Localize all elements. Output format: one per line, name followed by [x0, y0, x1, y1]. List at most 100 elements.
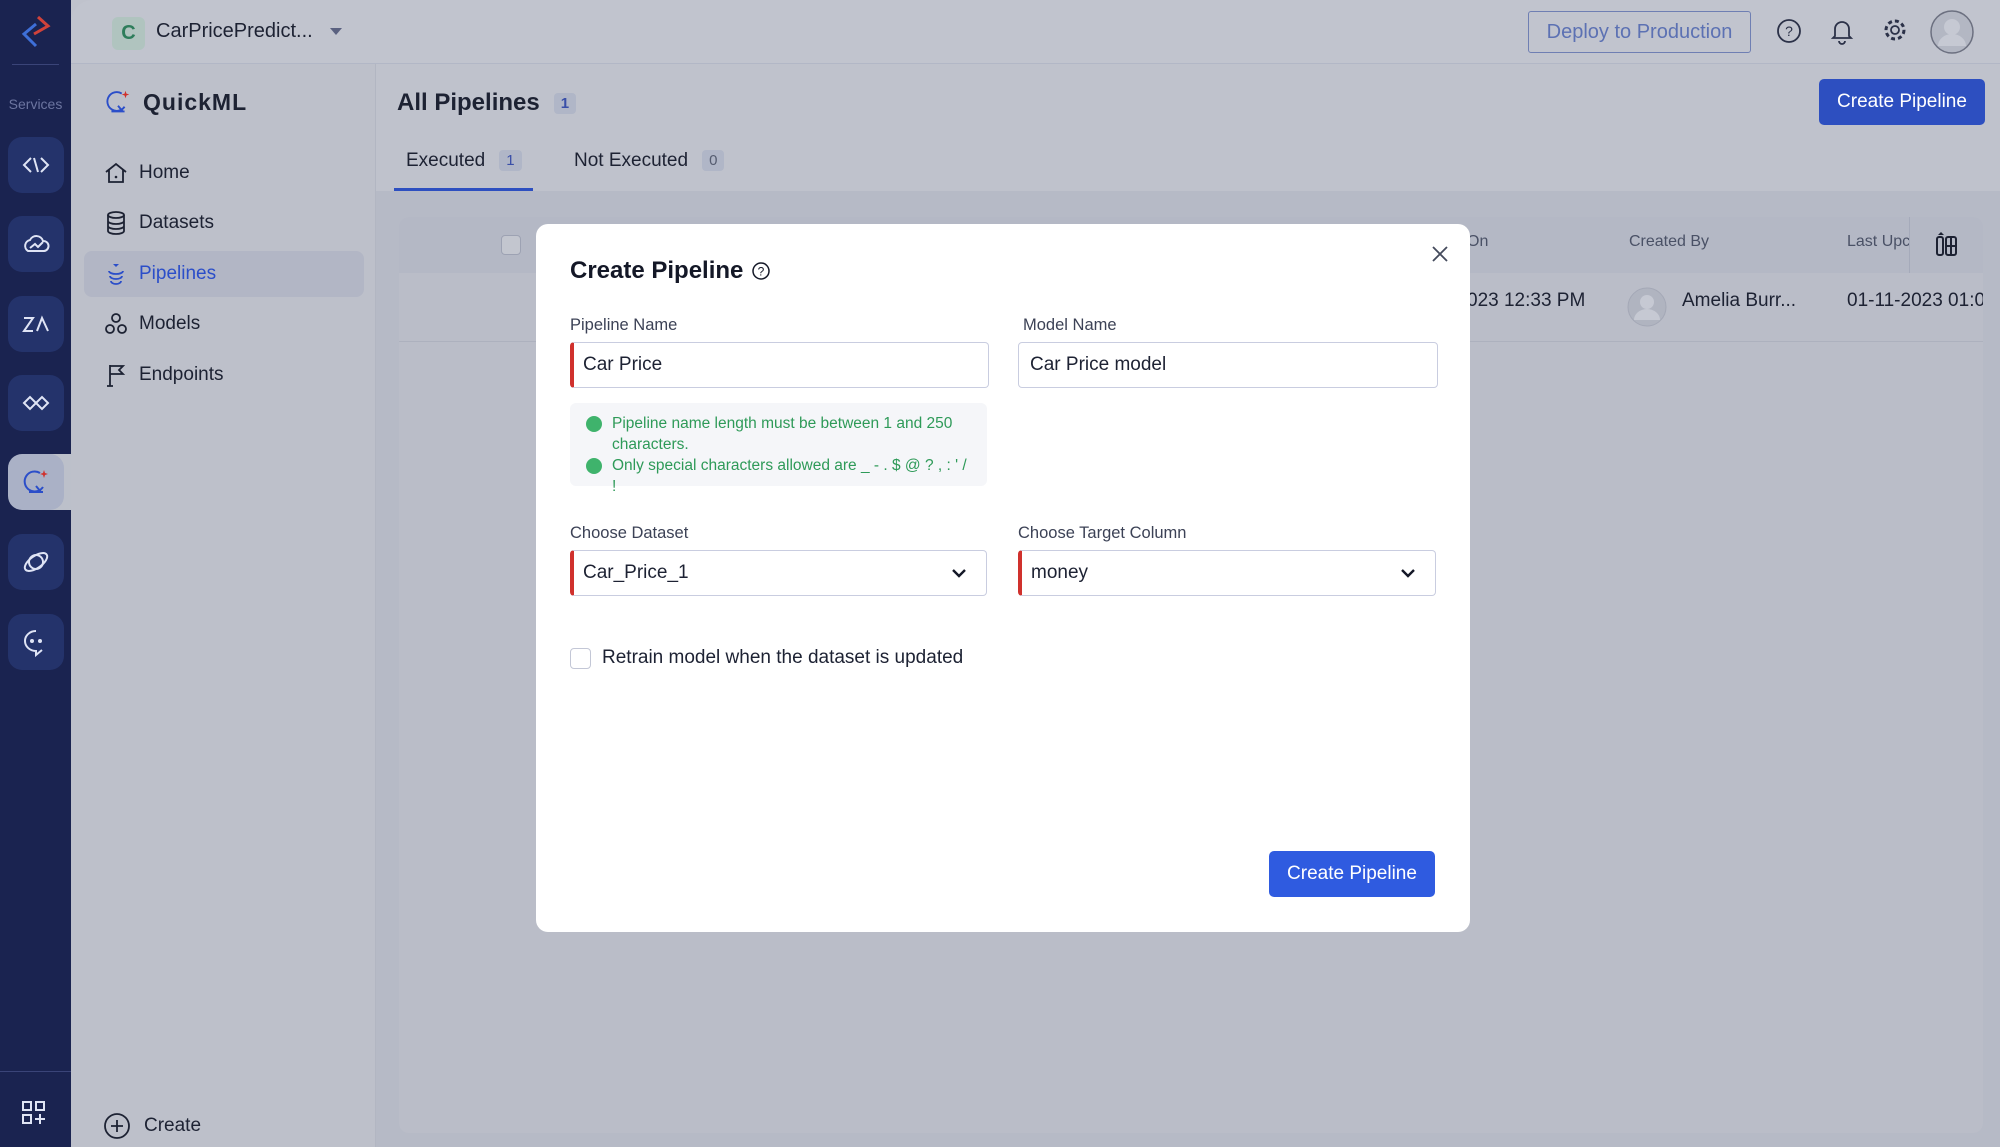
bell-icon[interactable]: [1829, 17, 1855, 45]
rail-integration-button[interactable]: [8, 375, 64, 431]
divider: [12, 64, 59, 65]
cell-created-on: 023 12:33 PM: [1467, 290, 1586, 311]
rail-chatbot-button[interactable]: [8, 614, 64, 670]
page-title-row: All Pipelines 1: [397, 89, 577, 117]
creator-avatar: [1627, 287, 1667, 327]
target-column-value: money: [1031, 562, 1089, 583]
select-all-checkbox[interactable]: [501, 235, 521, 255]
zia-icon: [22, 315, 49, 332]
cell-created-by: Amelia Burr...: [1682, 290, 1797, 311]
column-header-last-updated[interactable]: Last Upc: [1847, 233, 1909, 251]
pipeline-name-value: Car Price: [583, 354, 663, 375]
divider: [0, 1071, 71, 1072]
product-title: QuickML: [143, 88, 248, 115]
retrain-checkbox[interactable]: [570, 647, 591, 669]
nav-item-models[interactable]: Models: [84, 301, 364, 347]
divider: [1909, 217, 1910, 273]
pipeline-name-label: Pipeline Name: [570, 316, 678, 334]
create-pipeline-dialog: Create Pipeline ? Pipeline Name Car Pric…: [536, 224, 1470, 932]
validation-text: Pipeline name length must be between 1 a…: [612, 415, 953, 453]
model-name-value: Car Price model: [1030, 354, 1167, 375]
quickml-icon: [106, 90, 130, 113]
tab-not-executed[interactable]: Not Executed 0: [574, 150, 725, 172]
top-bar: C CarPricePredict... Deploy to Productio…: [71, 0, 2000, 64]
nav-label: Datasets: [139, 212, 214, 233]
models-icon: [105, 313, 127, 334]
create-button[interactable]: Create: [103, 1112, 201, 1140]
svg-text:?: ?: [758, 265, 765, 279]
rail-code-button[interactable]: [8, 137, 64, 193]
retrain-option[interactable]: Retrain model when the dataset is update…: [570, 647, 963, 669]
close-icon[interactable]: [1430, 244, 1450, 264]
services-rail: Services: [0, 0, 78, 1147]
validation-hint: Pipeline name length must be between 1 a…: [586, 413, 975, 455]
chat-bot-icon: [24, 630, 43, 658]
dataset-value: Car_Price_1: [583, 562, 689, 583]
nav-label: Pipelines: [139, 263, 217, 284]
nav-label: Endpoints: [139, 364, 224, 385]
orbit-icon: [23, 552, 49, 572]
code-brackets-icon: [22, 157, 50, 173]
home-icon: [105, 162, 127, 183]
column-header-created-on[interactable]: On: [1467, 233, 1488, 251]
cell-last-updated: 01-11-2023 01:0: [1847, 290, 1983, 311]
help-icon[interactable]: ?: [751, 261, 771, 281]
page-title: All Pipelines: [397, 89, 540, 116]
pipeline-icon: [108, 264, 124, 285]
validation-hint: Only special characters allowed are _ - …: [586, 455, 975, 497]
integration-icon: [22, 395, 50, 411]
caret-down-icon: [329, 27, 342, 35]
quickml-header: QuickML: [103, 86, 247, 118]
create-label: Create: [144, 1115, 202, 1136]
column-header-created-by[interactable]: Created By: [1629, 233, 1709, 251]
plus-circle-icon: [104, 1113, 130, 1139]
rail-quickml-button[interactable]: [8, 454, 64, 510]
column-settings-icon[interactable]: [1935, 231, 1959, 259]
tab-label: Executed: [406, 150, 486, 171]
user-avatar[interactable]: [1930, 10, 1974, 54]
nav-item-endpoints[interactable]: Endpoints: [84, 352, 364, 398]
tab-count-badge: 0: [702, 150, 725, 172]
validation-text: Only special characters allowed are _ - …: [612, 457, 967, 495]
side-nav: QuickML Home Datasets Pipelines Models E…: [71, 64, 376, 1147]
model-name-input[interactable]: Car Price model: [1018, 342, 1438, 388]
rail-zia-button[interactable]: [8, 296, 64, 352]
chevron-down-icon: [952, 569, 966, 578]
tab-executed[interactable]: Executed 1: [406, 150, 522, 172]
chevron-down-icon: [1401, 569, 1415, 578]
pipeline-name-input[interactable]: Car Price: [570, 342, 989, 388]
project-name: CarPricePredict...: [156, 20, 313, 42]
grid-plus-icon[interactable]: [20, 1099, 48, 1127]
submit-create-pipeline-button[interactable]: Create Pipeline: [1269, 851, 1435, 897]
dataset-label: Choose Dataset: [570, 524, 689, 542]
help-icon[interactable]: ?: [1776, 18, 1802, 44]
retrain-label: Retrain model when the dataset is update…: [602, 647, 964, 668]
database-icon: [107, 211, 125, 235]
services-label: Services: [8, 96, 63, 112]
rail-orbit-button[interactable]: [8, 534, 64, 590]
nav-label: Home: [139, 162, 190, 183]
tab-label: Not Executed: [574, 150, 689, 171]
create-pipeline-button[interactable]: Create Pipeline: [1819, 79, 1985, 125]
dialog-title: Create Pipeline: [570, 257, 744, 284]
validation-hints: Pipeline name length must be between 1 a…: [570, 403, 987, 495]
nav-item-pipelines[interactable]: Pipelines: [84, 251, 364, 297]
project-switcher[interactable]: CarPricePredict...: [156, 20, 343, 43]
model-name-label: Model Name: [1023, 316, 1117, 334]
app-logo-icon: [21, 15, 51, 48]
rail-cloud-button[interactable]: [8, 216, 64, 272]
deploy-to-production-button[interactable]: Deploy to Production: [1528, 11, 1751, 53]
target-column-select[interactable]: money: [1018, 550, 1436, 596]
nav-item-home[interactable]: Home: [84, 150, 364, 196]
nav-label: Models: [139, 313, 201, 334]
cloud-analytics-icon: [24, 235, 50, 252]
dataset-select[interactable]: Car_Price_1: [570, 550, 987, 596]
pipeline-count-badge: 1: [553, 93, 577, 115]
tab-count-badge: 1: [499, 150, 522, 172]
nav-item-datasets[interactable]: Datasets: [84, 200, 364, 246]
project-avatar: C: [112, 17, 145, 50]
target-column-label: Choose Target Column: [1018, 524, 1187, 542]
gear-icon[interactable]: [1882, 17, 1908, 43]
quickml-icon: [23, 470, 48, 493]
check-circle-icon: [586, 458, 602, 474]
